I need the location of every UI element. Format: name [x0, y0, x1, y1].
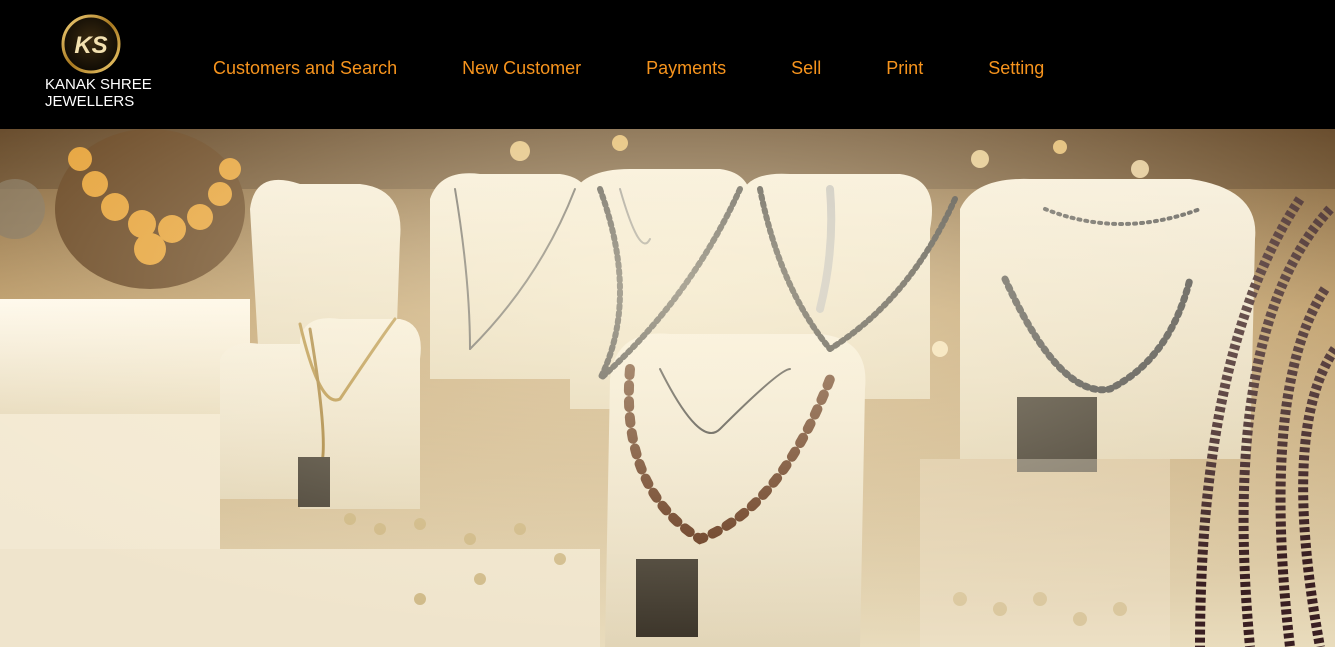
brand[interactable]: KS KANAK SHREE JEWELLERS	[45, 14, 185, 114]
brand-logo-icon: KS	[61, 14, 121, 74]
main-nav: Customers and Search New Customer Paymen…	[213, 57, 1044, 79]
nav-customers-and-search[interactable]: Customers and Search	[213, 57, 397, 79]
brand-name: KANAK SHREE JEWELLERS	[45, 76, 185, 110]
header: KS KANAK SHREE JEWELLERS Customers and S…	[0, 0, 1335, 129]
nav-new-customer[interactable]: New Customer	[462, 57, 581, 79]
jewellery-showcase-image	[0, 129, 1335, 647]
brand-name-line2: JEWELLERS	[45, 93, 135, 110]
hero-image	[0, 129, 1335, 647]
brand-name-line1: KANAK SHREE	[45, 76, 152, 93]
nav-sell[interactable]: Sell	[791, 57, 821, 79]
nav-payments[interactable]: Payments	[646, 57, 726, 79]
nav-setting[interactable]: Setting	[988, 57, 1044, 79]
brand-logo-text: KS	[74, 32, 107, 59]
nav-print[interactable]: Print	[886, 57, 923, 79]
